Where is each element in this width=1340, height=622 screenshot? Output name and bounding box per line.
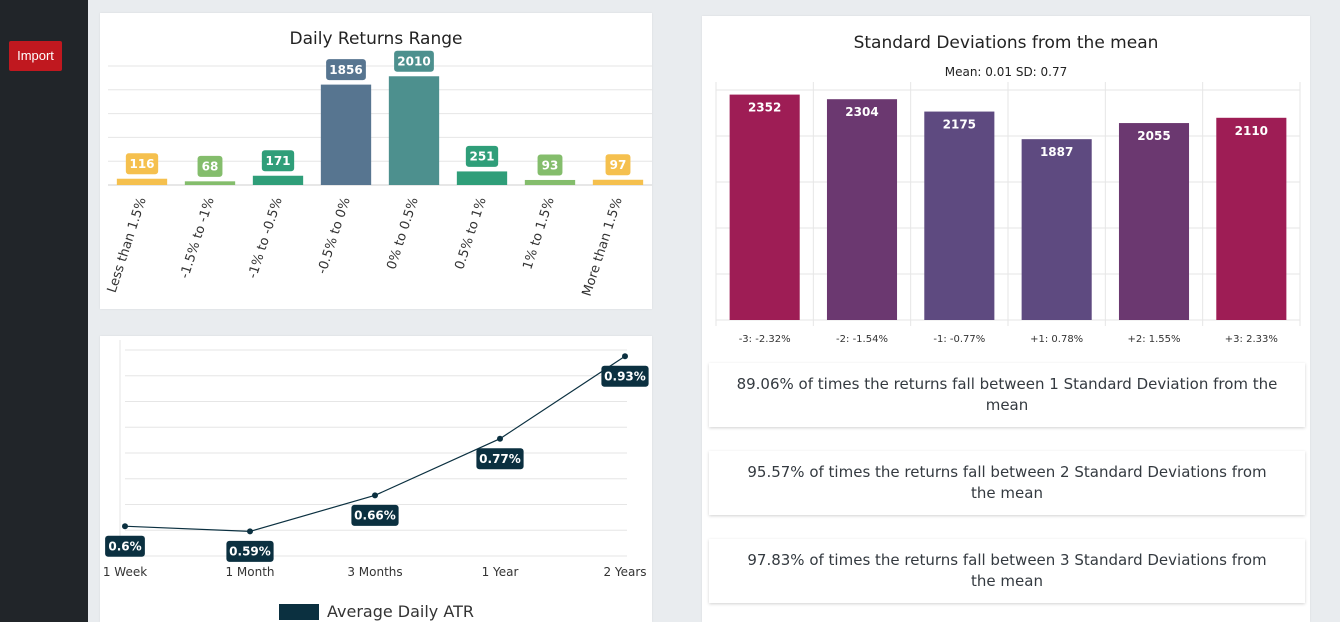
data-label: 2110: [1235, 124, 1268, 138]
data-label: 0.66%: [354, 509, 396, 523]
stat-2-sd: 95.57% of times the returns fall between…: [709, 451, 1305, 515]
bar: [1118, 123, 1190, 320]
chart-title: Standard Deviations from the mean: [854, 33, 1159, 53]
data-label: 0.6%: [108, 540, 141, 554]
daily-returns-range-card: Daily Returns Range 116 Less than 1.5% 68 -1…: [100, 13, 652, 309]
x-tick-label: 0% to 0.5%: [384, 196, 421, 272]
data-label: 68: [202, 160, 219, 174]
bar: [924, 111, 995, 320]
x-tick-label: 1 Month: [225, 565, 274, 579]
average-daily-atr-card: 0.6% 1 Week 0.59% 1 Month 0.66% 3 Months 0.77%…: [100, 336, 652, 622]
import-button[interactable]: Import: [9, 41, 62, 71]
data-point: [122, 523, 128, 530]
bar: [524, 179, 576, 185]
data-label: 93: [542, 158, 559, 172]
data-label: 0.59%: [229, 545, 271, 559]
data-label: 2010: [397, 55, 430, 69]
bar: [592, 179, 644, 185]
bar: [388, 76, 440, 185]
data-label: 2055: [1137, 129, 1170, 143]
x-tick-label: 1 Year: [482, 565, 519, 579]
bar: [1216, 117, 1287, 321]
data-point: [622, 353, 628, 360]
data-label: 116: [129, 157, 154, 171]
bar: [729, 94, 800, 320]
x-tick-label: -1% to -0.5%: [245, 196, 285, 281]
x-tick-label: 2 Years: [603, 565, 646, 579]
bar: [184, 181, 236, 185]
x-tick-label: +2: 1.55%: [1127, 334, 1180, 345]
x-tick-label: -2: -1.54%: [836, 334, 888, 345]
x-tick-label: +3: 2.33%: [1225, 334, 1278, 345]
bar: [116, 178, 168, 185]
x-tick-label: 1 Week: [103, 565, 147, 579]
data-label: 2175: [943, 118, 976, 132]
x-tick-label: +1: 0.78%: [1030, 334, 1083, 345]
legend-label: Average Daily ATR: [327, 602, 474, 621]
x-tick-label: More than 1.5%: [580, 196, 626, 299]
chart-title: Daily Returns Range: [290, 29, 463, 49]
data-label: 1887: [1040, 145, 1073, 159]
data-label: 0.93%: [604, 370, 646, 384]
x-tick-label: -1.5% to -1%: [177, 196, 217, 281]
data-label: 251: [469, 150, 494, 164]
bar: [252, 175, 304, 185]
standard-deviations-card: Standard Deviations from the mean Mean: 0…: [702, 16, 1310, 622]
x-tick-label: Less than 1.5%: [105, 196, 150, 295]
standard-deviations-chart: Standard Deviations from the mean Mean: 0…: [715, 33, 1301, 345]
legend-swatch: [279, 604, 319, 620]
stat-1-sd: 89.06% of times the returns fall between…: [709, 363, 1305, 427]
data-label: 2304: [845, 105, 878, 119]
bar: [456, 171, 508, 185]
bar: [320, 84, 372, 185]
daily-returns-chart: Daily Returns Range 116 Less than 1.5% 68 -1…: [105, 29, 652, 299]
stat-3-sd: 97.83% of times the returns fall between…: [709, 539, 1305, 603]
x-tick-label: 3 Months: [347, 565, 402, 579]
bar: [1021, 139, 1092, 320]
data-label: 0.77%: [479, 452, 521, 466]
x-tick-label: -0.5% to 0%: [315, 196, 354, 276]
data-label: 2352: [748, 101, 781, 115]
bar: [826, 99, 898, 320]
data-label: 97: [610, 158, 627, 172]
chart-subtitle: Mean: 0.01 SD: 0.77: [945, 65, 1068, 79]
average-daily-atr-chart: 0.6% 1 Week 0.59% 1 Month 0.66% 3 Months 0.77%…: [103, 340, 649, 621]
sidebar: Import: [0, 0, 88, 622]
data-point: [372, 492, 378, 499]
data-label: 1856: [329, 63, 362, 77]
data-point: [497, 435, 503, 442]
data-point: [247, 528, 253, 535]
x-tick-label: -1: -0.77%: [933, 334, 985, 345]
data-label: 171: [265, 154, 290, 168]
x-tick-label: 0.5% to 1%: [452, 196, 489, 272]
x-tick-label: -3: -2.32%: [739, 334, 791, 345]
x-tick-label: 1% to 1.5%: [520, 196, 557, 272]
